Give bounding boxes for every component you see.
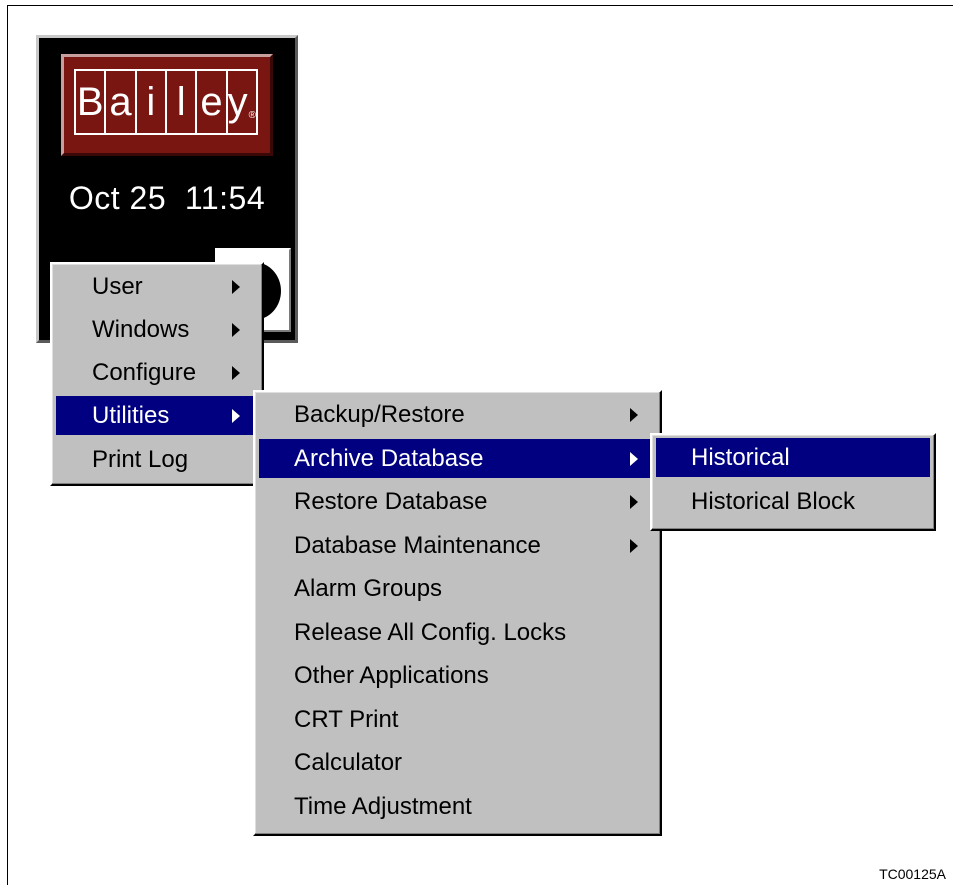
menu-item-other-applications[interactable]: Other Applications — [259, 656, 656, 695]
registered-mark: ® — [248, 109, 257, 121]
menu-item-database-maintenance[interactable]: Database Maintenance — [259, 526, 656, 565]
menu-item-label: CRT Print — [294, 705, 399, 733]
submenu-arrow-icon — [630, 494, 638, 509]
menu-item-crt-print[interactable]: CRT Print — [259, 700, 656, 739]
utilities-submenu: Backup/Restore Archive Database Restore … — [253, 390, 662, 836]
menu-item-label: Utilities — [92, 401, 170, 429]
menu-item-alarm-groups[interactable]: Alarm Groups — [259, 569, 656, 608]
menu-item-label: Alarm Groups — [294, 574, 443, 602]
menu-item-backup-restore[interactable]: Backup/Restore — [259, 395, 656, 434]
menu-item-label: Historical — [691, 443, 790, 471]
menu-item-release-config-locks[interactable]: Release All Config. Locks — [259, 613, 656, 652]
submenu-arrow-icon — [630, 451, 638, 466]
bailey-logo: B a i l e y ® — [61, 54, 273, 156]
figure-id: TC00125A — [879, 866, 946, 882]
menu-item-label: Other Applications — [294, 661, 489, 689]
menu-item-label: User — [92, 272, 143, 300]
submenu-arrow-icon — [232, 322, 240, 337]
menu-item-historical-block[interactable]: Historical Block — [656, 482, 930, 521]
menu-item-label: Release All Config. Locks — [294, 618, 567, 646]
date-time-display: Oct 25 11:54 — [68, 180, 266, 216]
menu-item-windows[interactable]: Windows — [56, 310, 258, 349]
submenu-arrow-icon — [630, 538, 638, 553]
menu-item-configure[interactable]: Configure — [56, 353, 258, 392]
logo-letter: y — [227, 79, 248, 124]
menu-item-historical[interactable]: Historical — [656, 438, 930, 477]
menu-item-archive-database[interactable]: Archive Database — [259, 439, 656, 478]
menu-item-label: Time Adjustment — [294, 792, 472, 820]
submenu-arrow-icon — [232, 365, 240, 380]
logo-letter: i — [137, 71, 167, 133]
menu-item-label: Database Maintenance — [294, 531, 541, 559]
menu-item-calculator[interactable]: Calculator — [259, 743, 656, 782]
submenu-arrow-icon — [232, 408, 240, 423]
menu-item-label: Configure — [92, 358, 197, 386]
menu-item-label: Backup/Restore — [294, 400, 465, 428]
main-menu: User Windows Configure Utilities Print L… — [50, 262, 264, 486]
logo-letter: l — [167, 71, 198, 133]
menu-item-utilities[interactable]: Utilities — [56, 396, 258, 435]
submenu-arrow-icon — [630, 407, 638, 422]
logo-letter: B — [76, 71, 107, 133]
menu-item-time-adjustment[interactable]: Time Adjustment — [259, 787, 656, 826]
logo-letter: e — [197, 71, 228, 133]
menu-item-user[interactable]: User — [56, 267, 258, 306]
menu-item-label: Historical Block — [691, 487, 856, 515]
menu-item-print-log[interactable]: Print Log — [56, 440, 258, 479]
submenu-arrow-icon — [232, 279, 240, 294]
menu-item-label: Windows — [92, 315, 190, 343]
menu-item-label: Print Log — [92, 445, 189, 473]
menu-item-label: Restore Database — [294, 487, 488, 515]
logo-letter-y: y ® — [228, 71, 256, 133]
menu-item-restore-database[interactable]: Restore Database — [259, 482, 656, 521]
menu-item-label: Calculator — [294, 748, 403, 776]
logo-letter-row: B a i l e y ® — [74, 69, 258, 135]
logo-letter: a — [106, 71, 137, 133]
archive-database-submenu: Historical Historical Block — [650, 433, 936, 531]
menu-item-label: Archive Database — [294, 444, 484, 472]
